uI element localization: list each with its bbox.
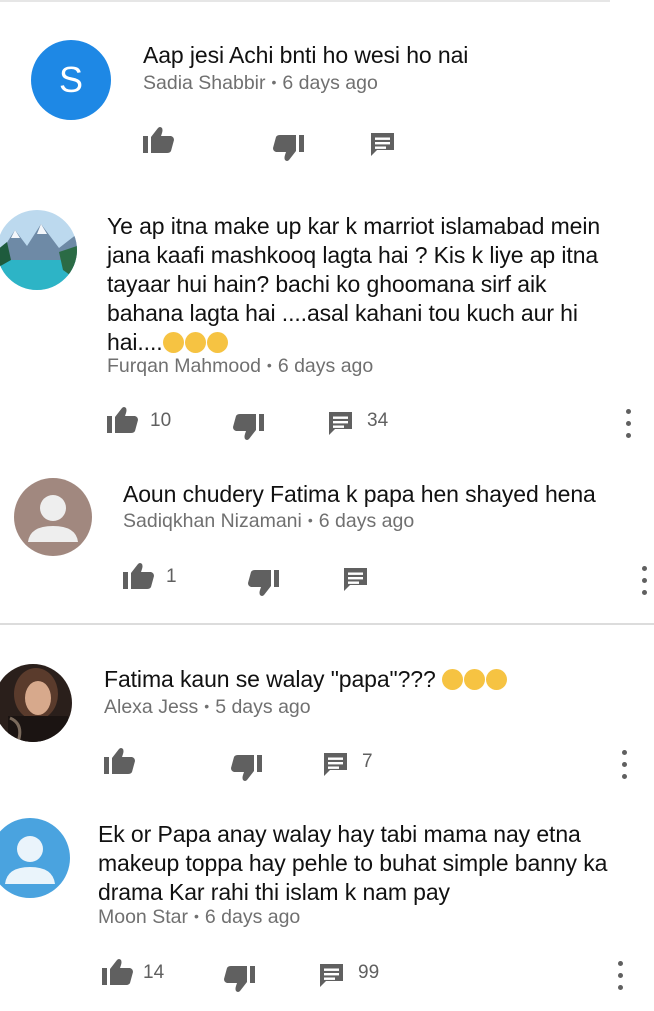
unamused-face-emoji — [184, 332, 206, 353]
thumbs-up-icon — [104, 748, 135, 774]
dislike-button[interactable] — [223, 965, 255, 993]
reply-button[interactable] — [342, 566, 369, 593]
woman-portrait-photo — [0, 664, 72, 742]
like-button[interactable] — [143, 126, 175, 154]
thumbs-up-icon — [107, 407, 138, 433]
like-button[interactable] — [102, 958, 134, 986]
more-vert-icon[interactable] — [621, 750, 629, 780]
dislike-button[interactable] — [230, 754, 262, 782]
avatar[interactable] — [0, 664, 72, 742]
author-name[interactable]: Furqan Mahmood — [107, 355, 261, 377]
landscape-photo — [0, 210, 77, 290]
comment-text: Aap jesi Achi bnti ho wesi ho nai — [143, 42, 469, 68]
comment-meta: Alexa Jess • 5 days ago — [104, 696, 311, 718]
author-name[interactable]: Sadia Shabbir — [143, 72, 266, 94]
default-profile-icon — [28, 495, 78, 542]
thumbs-up-icon — [102, 959, 133, 985]
reply-button[interactable] — [369, 131, 396, 158]
comment-time: 6 days ago — [318, 510, 415, 532]
avatar-letter: S — [58, 59, 83, 100]
comment-meta: Furqan Mahmood • 6 days ago — [107, 355, 374, 377]
like-count: 1 — [166, 566, 177, 587]
like-button[interactable] — [104, 747, 136, 775]
top-divider — [0, 0, 610, 2]
comment-time: 6 days ago — [204, 906, 301, 928]
reply-count: 34 — [367, 410, 389, 431]
thumbs-up-icon — [123, 563, 154, 589]
comment-meta: Sadia Shabbir • 6 days ago — [143, 72, 378, 94]
reply-comment-icon — [329, 412, 352, 435]
reply-count: 7 — [362, 751, 373, 772]
reply-comment-icon — [320, 964, 343, 987]
more-vert-icon[interactable] — [641, 566, 649, 596]
like-button[interactable] — [107, 406, 139, 434]
reply-comment-icon — [344, 568, 367, 591]
comment-body: Ye ap itna make up kar k marriot islamab… — [107, 213, 601, 355]
thumbs-down-icon — [224, 966, 255, 992]
avatar[interactable]: S — [31, 40, 111, 120]
reply-button[interactable] — [318, 962, 345, 989]
comment-text: Ek or Papa anay walay hay tabi mama nay … — [98, 821, 608, 905]
comment-text: Aoun chudery Fatima k papa hen shayed he… — [123, 481, 596, 507]
comment-body: Fatima kaun se walay "papa"??? — [104, 666, 436, 692]
avatar[interactable] — [14, 478, 92, 556]
comment-meta: Sadiqkhan Nizamani • 6 days ago — [123, 510, 415, 532]
reply-comment-icon — [324, 753, 347, 776]
comment-meta: Moon Star • 6 days ago — [98, 906, 301, 928]
thinking-face-emoji — [162, 332, 184, 353]
more-vert-icon[interactable] — [617, 961, 625, 991]
laughing-face-emoji — [464, 669, 485, 690]
thumbs-down-icon — [233, 414, 264, 440]
reply-button[interactable] — [327, 410, 354, 437]
dislike-button[interactable] — [272, 134, 304, 162]
more-vert-icon[interactable] — [625, 409, 633, 439]
unamused-face-emoji — [206, 332, 228, 353]
comment-time: 6 days ago — [277, 355, 374, 377]
like-button[interactable] — [123, 562, 155, 590]
avatar[interactable] — [0, 818, 70, 898]
comment-text: Fatima kaun se walay "papa"??? — [104, 665, 624, 694]
comment-text: Ye ap itna make up kar k marriot islamab… — [107, 212, 627, 357]
laughing-face-emoji — [442, 669, 463, 690]
reply-button[interactable] — [322, 751, 349, 778]
like-count: 10 — [150, 410, 172, 431]
thumbs-up-icon — [143, 127, 174, 153]
comment-time: 6 days ago — [282, 72, 378, 94]
section-divider — [0, 623, 654, 625]
default-profile-icon — [5, 836, 55, 884]
laughing-face-emoji — [486, 669, 507, 690]
comment-time: 5 days ago — [215, 696, 311, 718]
dislike-button[interactable] — [232, 413, 264, 441]
like-count: 14 — [143, 962, 165, 983]
author-name[interactable]: Moon Star — [98, 906, 188, 928]
author-name[interactable]: Alexa Jess — [104, 696, 198, 718]
dislike-button[interactable] — [247, 569, 279, 597]
reply-comment-icon — [371, 133, 394, 156]
avatar[interactable] — [0, 210, 77, 290]
author-name[interactable]: Sadiqkhan Nizamani — [123, 510, 302, 532]
thumbs-down-icon — [248, 570, 279, 596]
thumbs-down-icon — [231, 755, 262, 781]
thumbs-down-icon — [273, 135, 304, 161]
reply-count: 99 — [358, 962, 380, 983]
